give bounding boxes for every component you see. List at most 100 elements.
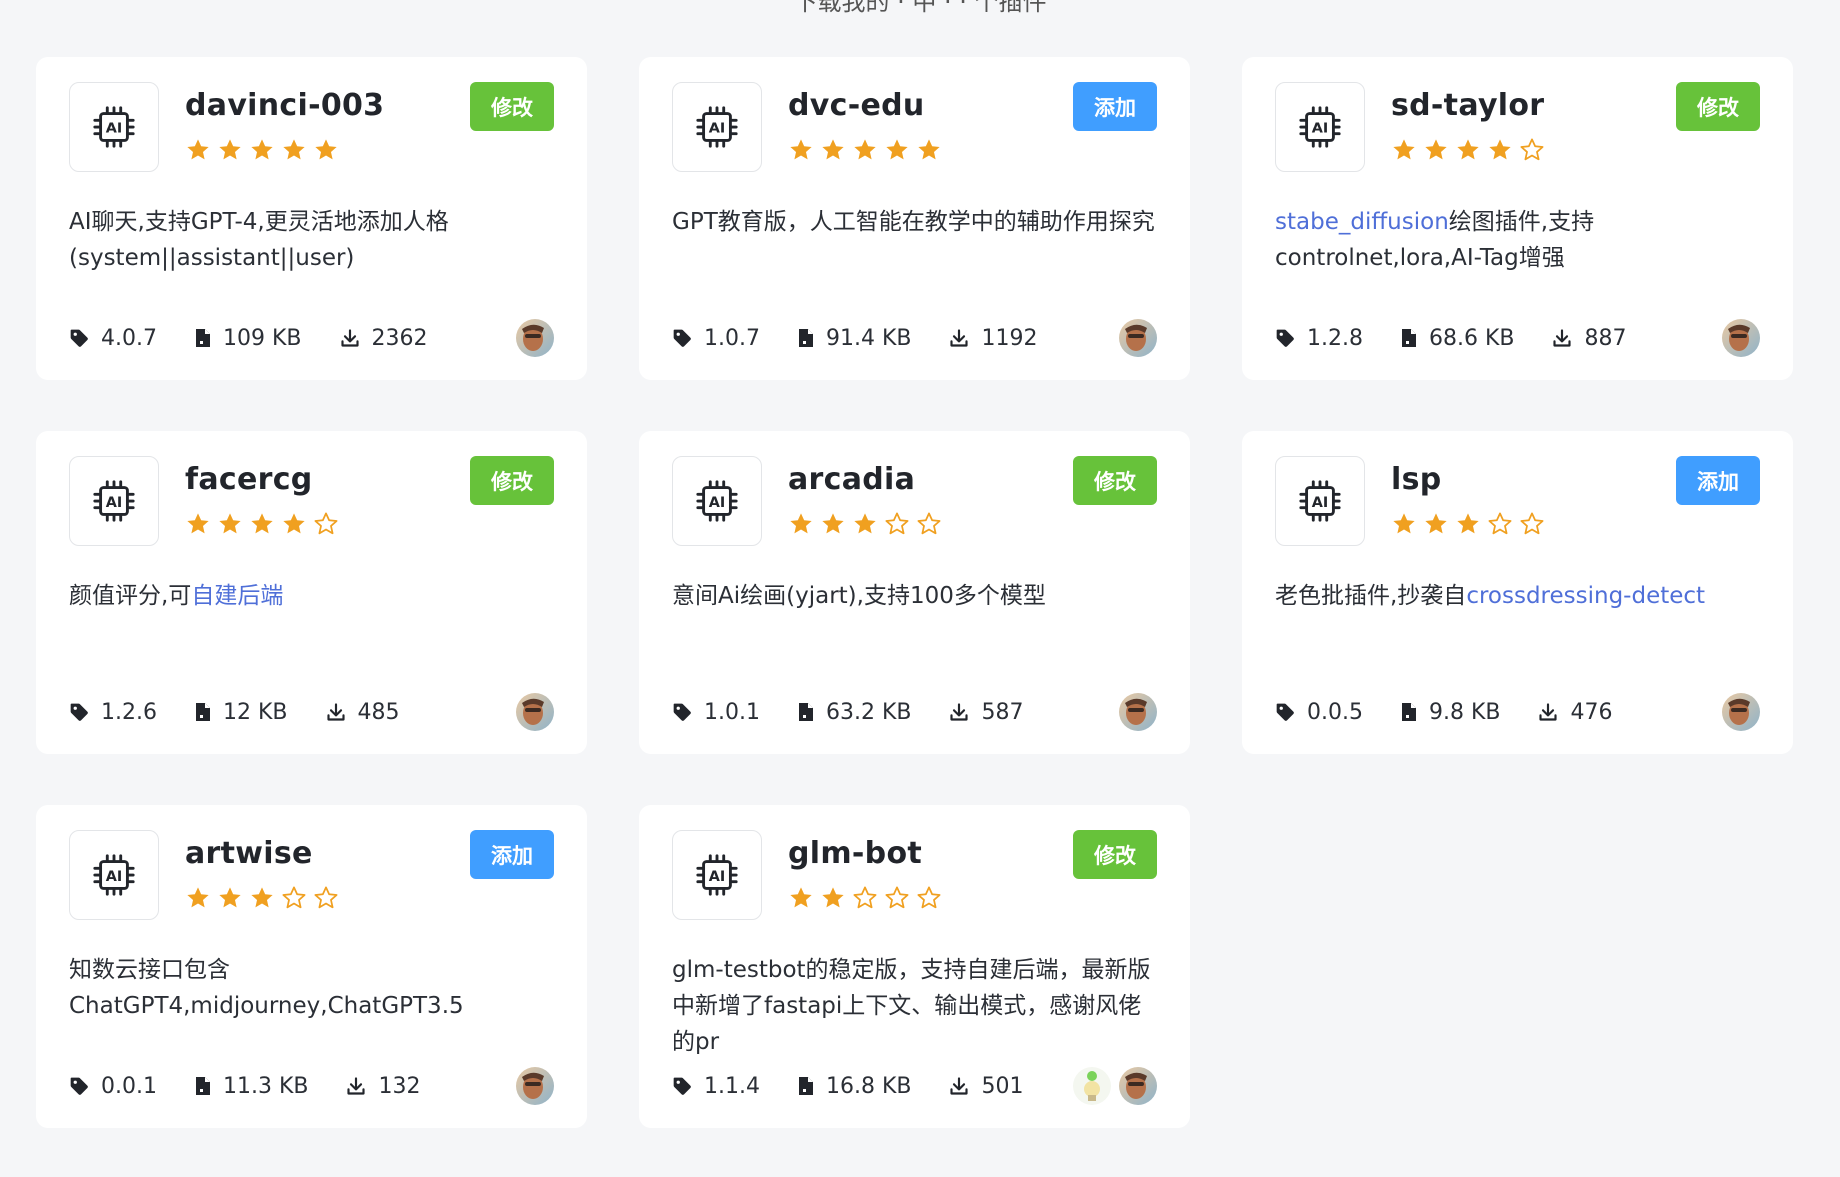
star-outline-icon: [281, 885, 307, 911]
plugin-card[interactable]: AI facercg 修改 颜值评分,可自建后端 1.2.6 12 KB 485: [36, 431, 587, 754]
plugin-meta: 4.0.7 109 KB 2362: [69, 318, 554, 358]
title-block: dvc-edu: [788, 88, 942, 163]
plugin-name[interactable]: dvc-edu: [788, 88, 942, 123]
plugin-card[interactable]: AI dvc-edu 添加 GPT教育版，人工智能在教学中的辅助作用探究 1.0…: [639, 57, 1190, 380]
contributor-avatar[interactable]: [1073, 1067, 1111, 1105]
card-header: AI artwise 添加: [69, 830, 554, 922]
plugin-card[interactable]: AI davinci-003 修改 AI聊天,支持GPT-4,更灵活地添加人格(…: [36, 57, 587, 380]
author-avatar[interactable]: [1119, 693, 1157, 731]
author-avatar[interactable]: [516, 319, 554, 357]
star-filled-icon: [281, 511, 307, 537]
add-button[interactable]: 添加: [470, 830, 554, 879]
author-avatar[interactable]: [1722, 693, 1760, 731]
downloads-value: 501: [981, 1073, 1024, 1099]
file-icon: [1401, 702, 1429, 722]
author-avatar[interactable]: [516, 1067, 554, 1105]
card-header: AI dvc-edu 添加: [672, 82, 1157, 174]
title-block: artwise: [185, 836, 339, 911]
tag-icon: [672, 1076, 704, 1096]
edit-button[interactable]: 修改: [1073, 830, 1157, 879]
downloads-info: 587: [949, 700, 1023, 725]
size-info: 91.4 KB: [798, 326, 911, 351]
version-value: 1.2.8: [1307, 325, 1363, 351]
card-header: AI facercg 修改: [69, 456, 554, 548]
tag-icon: [1275, 328, 1307, 348]
star-filled-icon: [217, 885, 243, 911]
edit-button[interactable]: 修改: [470, 456, 554, 505]
version-info: 4.0.7: [69, 326, 157, 351]
author-avatars: [1722, 319, 1760, 357]
plugin-name[interactable]: sd-taylor: [1391, 88, 1545, 123]
description-link[interactable]: crossdressing-detect: [1466, 583, 1705, 609]
edit-button[interactable]: 修改: [1676, 82, 1760, 131]
plugin-meta: 0.0.1 11.3 KB 132: [69, 1066, 554, 1106]
rating-stars: [185, 885, 339, 911]
description-link[interactable]: 自建后端: [191, 583, 283, 609]
downloads-info: 2362: [340, 326, 428, 351]
svg-text:AI: AI: [709, 495, 725, 511]
downloads-value: 587: [981, 699, 1024, 725]
title-block: davinci-003: [185, 88, 384, 163]
downloads-info: 476: [1538, 700, 1612, 725]
star-outline-icon: [1487, 511, 1513, 537]
plugin-meta: 1.0.1 63.2 KB 587: [672, 692, 1157, 732]
plugin-card[interactable]: AI artwise 添加 知数云接口包含ChatGPT4,midjourney…: [36, 805, 587, 1128]
star-filled-icon: [1391, 511, 1417, 537]
plugin-description: GPT教育版，人工智能在教学中的辅助作用探究: [672, 204, 1157, 312]
plugin-card[interactable]: AI glm-bot 修改 glm-testbot的稳定版，支持自建后端，最新版…: [639, 805, 1190, 1128]
rating-stars: [788, 137, 942, 163]
size-info: 68.6 KB: [1401, 325, 1515, 351]
card-header: AI arcadia 修改: [672, 456, 1157, 548]
author-avatars: [516, 693, 554, 731]
ai-chip-icon: AI: [69, 830, 159, 920]
star-filled-icon: [1487, 137, 1513, 163]
add-button[interactable]: 添加: [1073, 82, 1157, 131]
size-value: 109 KB: [222, 325, 302, 351]
author-avatar[interactable]: [1722, 319, 1760, 357]
size-info: 9.8 KB: [1401, 700, 1500, 725]
plugin-name[interactable]: glm-bot: [788, 836, 942, 871]
plugin-name[interactable]: artwise: [185, 836, 339, 871]
version-value: 1.0.1: [704, 699, 760, 725]
add-button[interactable]: 添加: [1676, 456, 1760, 505]
plugin-description: AI聊天,支持GPT-4,更灵活地添加人格(system||assistant|…: [69, 204, 554, 312]
description-text: 知数云接口包含ChatGPT4,midjourney,ChatGPT3.5: [69, 957, 464, 1019]
author-avatars: [1073, 1067, 1157, 1105]
plugin-name[interactable]: davinci-003: [185, 88, 384, 123]
plugin-name[interactable]: lsp: [1391, 462, 1545, 497]
star-filled-icon: [1423, 137, 1449, 163]
ai-chip-icon: AI: [672, 456, 762, 546]
edit-button[interactable]: 修改: [1073, 456, 1157, 505]
star-filled-icon: [820, 885, 846, 911]
version-value: 1.1.4: [704, 1073, 760, 1099]
title-block: lsp: [1391, 462, 1545, 537]
star-filled-icon: [249, 511, 275, 537]
size-value: 68.6 KB: [1428, 325, 1515, 351]
download-icon: [949, 702, 981, 722]
tag-icon: [69, 1076, 101, 1096]
star-filled-icon: [852, 511, 878, 537]
plugin-card[interactable]: AI sd-taylor 修改 stabe_diffusion绘图插件,支持co…: [1242, 57, 1793, 380]
description-link[interactable]: stabe_diffusion: [1275, 209, 1449, 235]
tag-icon: [69, 328, 101, 348]
version-info: 1.1.4: [672, 1074, 760, 1099]
author-avatar[interactable]: [516, 693, 554, 731]
rating-stars: [788, 885, 942, 911]
plugin-description: glm-testbot的稳定版，支持自建后端，最新版中新增了fastapi上下文…: [672, 952, 1157, 1060]
download-icon: [949, 328, 981, 348]
svg-text:AI: AI: [1312, 121, 1328, 137]
author-avatars: [1119, 693, 1157, 731]
edit-button[interactable]: 修改: [470, 82, 554, 131]
svg-text:AI: AI: [709, 121, 725, 137]
version-info: 1.2.8: [1275, 326, 1363, 351]
author-avatar[interactable]: [1119, 1067, 1157, 1105]
star-filled-icon: [185, 885, 211, 911]
star-filled-icon: [1455, 511, 1481, 537]
author-avatar[interactable]: [1119, 319, 1157, 357]
plugin-card[interactable]: AI lsp 添加 老色批插件,抄袭自crossdressing-detect …: [1242, 431, 1793, 754]
plugin-meta: 0.0.5 9.8 KB 476: [1275, 692, 1760, 732]
plugin-card[interactable]: AI arcadia 修改 意间Ai绘画(yjart),支持100多个模型 1.…: [639, 431, 1190, 754]
plugin-name[interactable]: facercg: [185, 462, 339, 497]
svg-text:AI: AI: [106, 869, 122, 885]
plugin-name[interactable]: arcadia: [788, 462, 942, 497]
